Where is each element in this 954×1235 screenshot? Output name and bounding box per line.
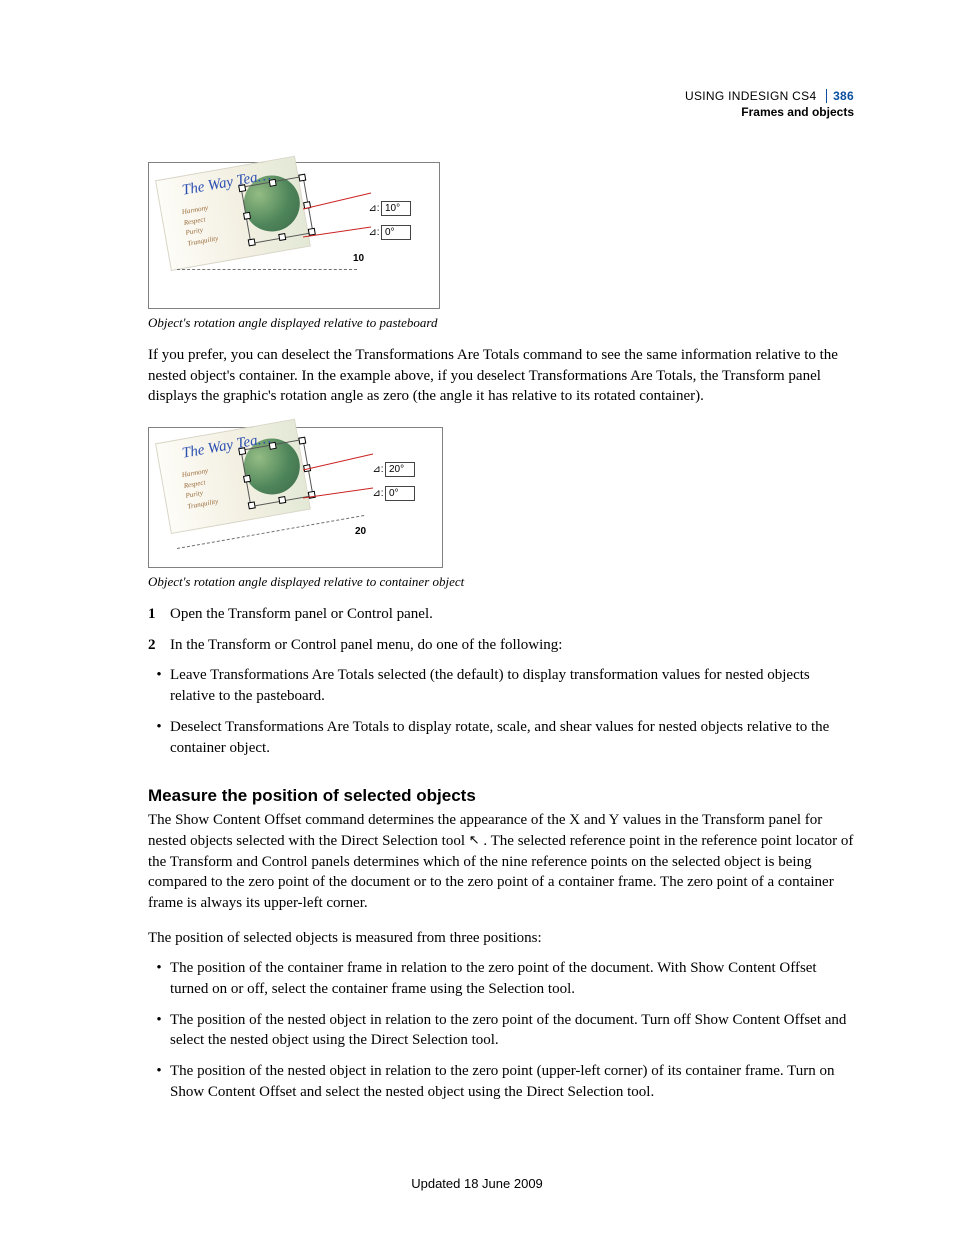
- step-text: In the Transform or Control panel menu, …: [170, 635, 562, 656]
- figure-card-words: Harmony Respect Purity Tranquility: [181, 465, 219, 512]
- bullet-text: Leave Transformations Are Totals selecte…: [170, 665, 854, 706]
- bullet-text: The position of the container frame in r…: [170, 958, 854, 999]
- rotation-value: 0°: [381, 225, 411, 240]
- body-paragraph: The position of selected objects is meas…: [148, 928, 854, 949]
- figure-rotation-pasteboard: The Way Tea… Harmony Respect Purity Tran…: [148, 162, 440, 309]
- body-paragraph: If you prefer, you can deselect the Tran…: [148, 345, 854, 407]
- rotation-value-box: ⊿: 0°: [367, 225, 411, 240]
- angle-icon: ⊿:: [367, 227, 381, 238]
- section-heading: Measure the position of selected objects: [148, 786, 854, 806]
- figure-card-words: Harmony Respect Purity Tranquility: [181, 202, 219, 249]
- callout-line: [303, 191, 373, 211]
- page-content: The Way Tea… Harmony Respect Purity Tran…: [148, 162, 854, 1112]
- page-header: USING INDESIGN CS4 386 Frames and object…: [685, 88, 854, 120]
- numbered-steps: 1Open the Transform panel or Control pan…: [148, 604, 854, 655]
- rotation-value: 20°: [385, 462, 415, 477]
- angle-annotation: 10: [353, 253, 364, 264]
- rotation-value-box: ⊿: 0°: [371, 486, 415, 501]
- product-name: USING INDESIGN CS4: [685, 89, 816, 103]
- page-number: 386: [826, 89, 854, 103]
- figure-caption: Object's rotation angle displayed relati…: [148, 315, 854, 331]
- rotation-value: 0°: [385, 486, 415, 501]
- direct-selection-tool-icon: ↖: [469, 831, 480, 849]
- bullet-list: •The position of the container frame in …: [148, 958, 854, 1102]
- angle-annotation: 20: [355, 526, 366, 537]
- list-item: •The position of the nested object in re…: [148, 1061, 854, 1102]
- list-item: •The position of the container frame in …: [148, 958, 854, 999]
- rotation-value: 10°: [381, 201, 411, 216]
- bullet-text: The position of the nested object in rel…: [170, 1010, 854, 1051]
- page-footer: Updated 18 June 2009: [0, 1176, 954, 1191]
- bullet-text: Deselect Transformations Are Totals to d…: [170, 717, 854, 758]
- list-item: 1Open the Transform panel or Control pan…: [148, 604, 854, 625]
- figure-caption: Object's rotation angle displayed relati…: [148, 574, 854, 590]
- callout-line: [303, 452, 375, 472]
- rotation-value-box: ⊿: 10°: [367, 201, 411, 216]
- list-item: •Deselect Transformations Are Totals to …: [148, 717, 854, 758]
- list-item: •The position of the nested object in re…: [148, 1010, 854, 1051]
- list-item: •Leave Transformations Are Totals select…: [148, 665, 854, 706]
- bullet-text: The position of the nested object in rel…: [170, 1061, 854, 1102]
- figure-rotation-container: The Way Tea… Harmony Respect Purity Tran…: [148, 427, 443, 568]
- angle-icon: ⊿:: [367, 203, 381, 214]
- baseline-dash: [177, 269, 357, 270]
- step-text: Open the Transform panel or Control pane…: [170, 604, 433, 625]
- callout-line: [303, 225, 373, 239]
- body-paragraph: The Show Content Offset command determin…: [148, 810, 854, 913]
- list-item: 2In the Transform or Control panel menu,…: [148, 635, 854, 656]
- angle-icon: ⊿:: [371, 464, 385, 475]
- chapter-section: Frames and objects: [685, 104, 854, 120]
- rotation-value-box: ⊿: 20°: [371, 462, 415, 477]
- angle-icon: ⊿:: [371, 488, 385, 499]
- callout-line: [303, 486, 375, 500]
- bullet-list: •Leave Transformations Are Totals select…: [148, 665, 854, 758]
